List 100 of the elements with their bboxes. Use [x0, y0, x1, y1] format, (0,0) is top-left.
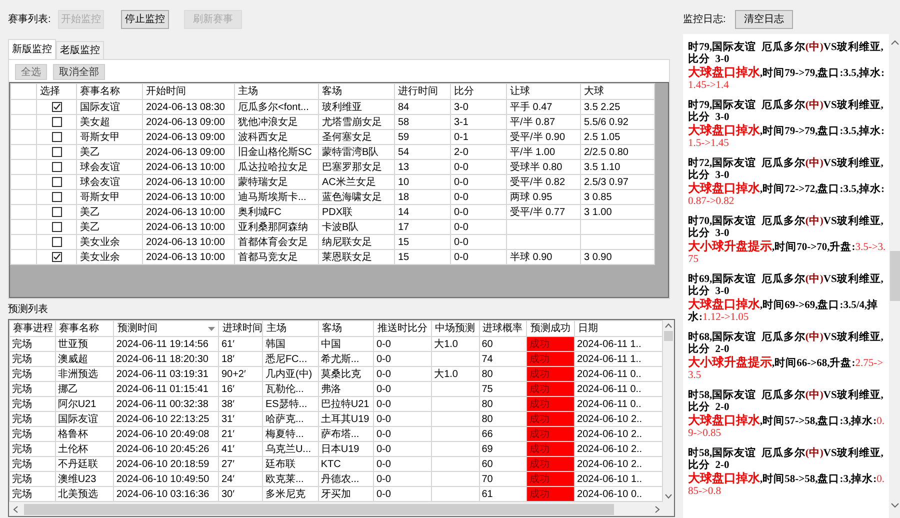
table-cell: 哥斯女甲 — [76, 130, 142, 144]
table-cell: 90+2′ — [218, 366, 263, 382]
table-cell: 15 — [394, 234, 450, 250]
table-cell: KTC — [318, 456, 374, 472]
column-header[interactable]: 选择 — [36, 84, 76, 100]
clear-log-button[interactable]: 清空日志 — [734, 10, 793, 28]
table-cell: 24′ — [218, 472, 263, 486]
table-cell: 0-0 — [374, 412, 432, 426]
checkbox[interactable] — [52, 207, 62, 217]
table-cell: 2024-06-11 00:32:38 — [114, 396, 219, 412]
checkbox[interactable] — [52, 132, 62, 142]
column-header[interactable]: 推送时比分 — [374, 320, 432, 336]
table-cell: PDX联 — [318, 204, 394, 220]
table-cell: 54 — [394, 144, 450, 160]
table-cell: 美乙 — [76, 220, 142, 234]
checkbox[interactable] — [52, 237, 62, 247]
column-header[interactable]: 主场 — [234, 84, 318, 100]
table-cell: 0-0 — [450, 190, 506, 204]
table-cell: 悉尼FC... — [262, 352, 318, 366]
table-cell: 美女业余 — [76, 234, 142, 250]
column-header[interactable]: 赛事名称 — [76, 84, 142, 100]
column-header[interactable]: 客场 — [318, 84, 394, 100]
checkbox[interactable] — [52, 117, 62, 127]
column-header[interactable]: 客场 — [318, 320, 374, 336]
column-header[interactable]: 进球时间 — [218, 320, 263, 336]
table-cell: 国际友谊 — [55, 412, 114, 426]
checkbox[interactable] — [52, 222, 62, 232]
column-header[interactable]: 日期 — [574, 320, 663, 336]
table-cell: 迪马斯埃斯卡... — [234, 190, 318, 204]
column-header[interactable]: 让球 — [506, 84, 580, 100]
table-cell: 首都体育会女足 — [234, 234, 318, 250]
table-cell: 5.5/6 0.92 — [580, 114, 654, 130]
column-header[interactable]: 中场预测 — [432, 320, 480, 336]
table-cell: 受平/半 0.77 — [506, 204, 580, 220]
column-header[interactable]: 主场 — [262, 320, 318, 336]
table-cell: 美乙 — [76, 144, 142, 160]
table-cell: 旧金山格伦斯SC — [234, 144, 318, 160]
sort-icon[interactable] — [208, 326, 216, 330]
checkbox[interactable] — [52, 102, 62, 112]
scroll-left-icon[interactable] — [13, 506, 18, 512]
scroll-down-icon[interactable] — [891, 503, 899, 508]
table-cell: 非洲预选 — [55, 366, 114, 382]
table-cell: 13 — [394, 160, 450, 174]
column-header[interactable]: 赛事进程 — [10, 320, 56, 336]
table-cell: 27′ — [218, 456, 263, 472]
table-cell: 土耳其U19 — [318, 412, 374, 426]
table-cell: 0-0 — [374, 442, 432, 456]
table-cell: 平手 0.47 — [506, 100, 580, 114]
table-cell: 完场 — [10, 442, 56, 456]
scrollbar[interactable] — [9, 502, 674, 516]
table-cell: 2024-06-10 1.. — [574, 472, 663, 486]
log-heading: 时79,国际友谊 厄瓜多尔(中)VS玻利维亚,比分 3-0 — [688, 42, 884, 66]
table-cell: 萨布塔... — [318, 426, 374, 442]
table-cell: 成功 — [526, 456, 575, 472]
column-header[interactable]: 开始时间 — [142, 84, 234, 100]
table-cell: 0-0 — [450, 160, 506, 174]
column-header[interactable]: 比分 — [450, 84, 506, 100]
table-cell: 巴塞罗那女足 — [318, 160, 394, 174]
checkbox[interactable] — [52, 192, 62, 202]
table-cell: 厄瓜多尔<font... — [234, 100, 318, 114]
table-cell: 2024-06-10 10:49:50 — [114, 472, 219, 486]
select-button[interactable]: 全选 — [15, 64, 47, 80]
table-cell: 美女业余 — [76, 250, 142, 264]
tab[interactable]: 新版监控 — [8, 39, 56, 59]
table-cell: 蓝色海啸女足 — [318, 190, 394, 204]
scroll-up-icon[interactable] — [665, 323, 672, 328]
table-cell: 美女超 — [76, 114, 142, 130]
table-cell: 0-0 — [374, 352, 432, 366]
table-cell: 完场 — [10, 426, 56, 442]
table-cell: 84 — [394, 100, 450, 114]
log-detail: 大球盘口掉水,时间57->58,盘口:3,掉水:0.9->0.85 — [688, 414, 886, 440]
scroll-thumb[interactable] — [24, 504, 614, 514]
checkbox[interactable] — [52, 252, 62, 262]
table-cell: 2024-06-10 20:49:08 — [114, 426, 219, 442]
table-cell: 3.5 2.25 — [580, 100, 654, 114]
table-cell: 美乙 — [76, 204, 142, 220]
tab[interactable]: 老版监控 — [56, 41, 104, 59]
table-cell: 2-0 — [450, 144, 506, 160]
scroll-up-icon[interactable] — [891, 40, 899, 45]
column-header[interactable]: 进行时间 — [394, 84, 450, 100]
scroll-thumb[interactable] — [890, 251, 900, 301]
checkbox[interactable] — [52, 177, 62, 187]
scrollbar[interactable] — [663, 320, 674, 502]
select-button[interactable]: 取消全部 — [53, 64, 105, 80]
log-heading: 时58,国际友谊 厄瓜多尔(中)VS玻利维亚,比分 2-0 — [688, 448, 884, 472]
scroll-thumb[interactable] — [664, 331, 674, 341]
checkbox[interactable] — [52, 147, 62, 157]
column-header[interactable]: 赛事名称 — [55, 320, 114, 336]
table-cell: 58 — [394, 114, 450, 130]
scroll-right-icon[interactable] — [655, 506, 660, 512]
table-cell: 18′ — [218, 352, 263, 366]
table-cell: 完场 — [10, 472, 56, 486]
log-detail: 大球盘口掉水,时间58->58,盘口:3,掉水:0.85->0.8 — [688, 472, 886, 498]
scroll-down-icon[interactable] — [665, 494, 672, 499]
column-header[interactable]: 大球 — [580, 84, 654, 100]
toolbar-button[interactable]: 停止监控 — [120, 10, 169, 28]
log-detail: 大球盘口掉水,时间69->69,盘口:3.5/4,掉水:1.12->1.05 — [688, 298, 880, 324]
table-cell: 2024-06-13 10:00 — [142, 220, 234, 234]
checkbox[interactable] — [52, 162, 62, 172]
column-header[interactable]: 进球概率 — [479, 320, 527, 336]
